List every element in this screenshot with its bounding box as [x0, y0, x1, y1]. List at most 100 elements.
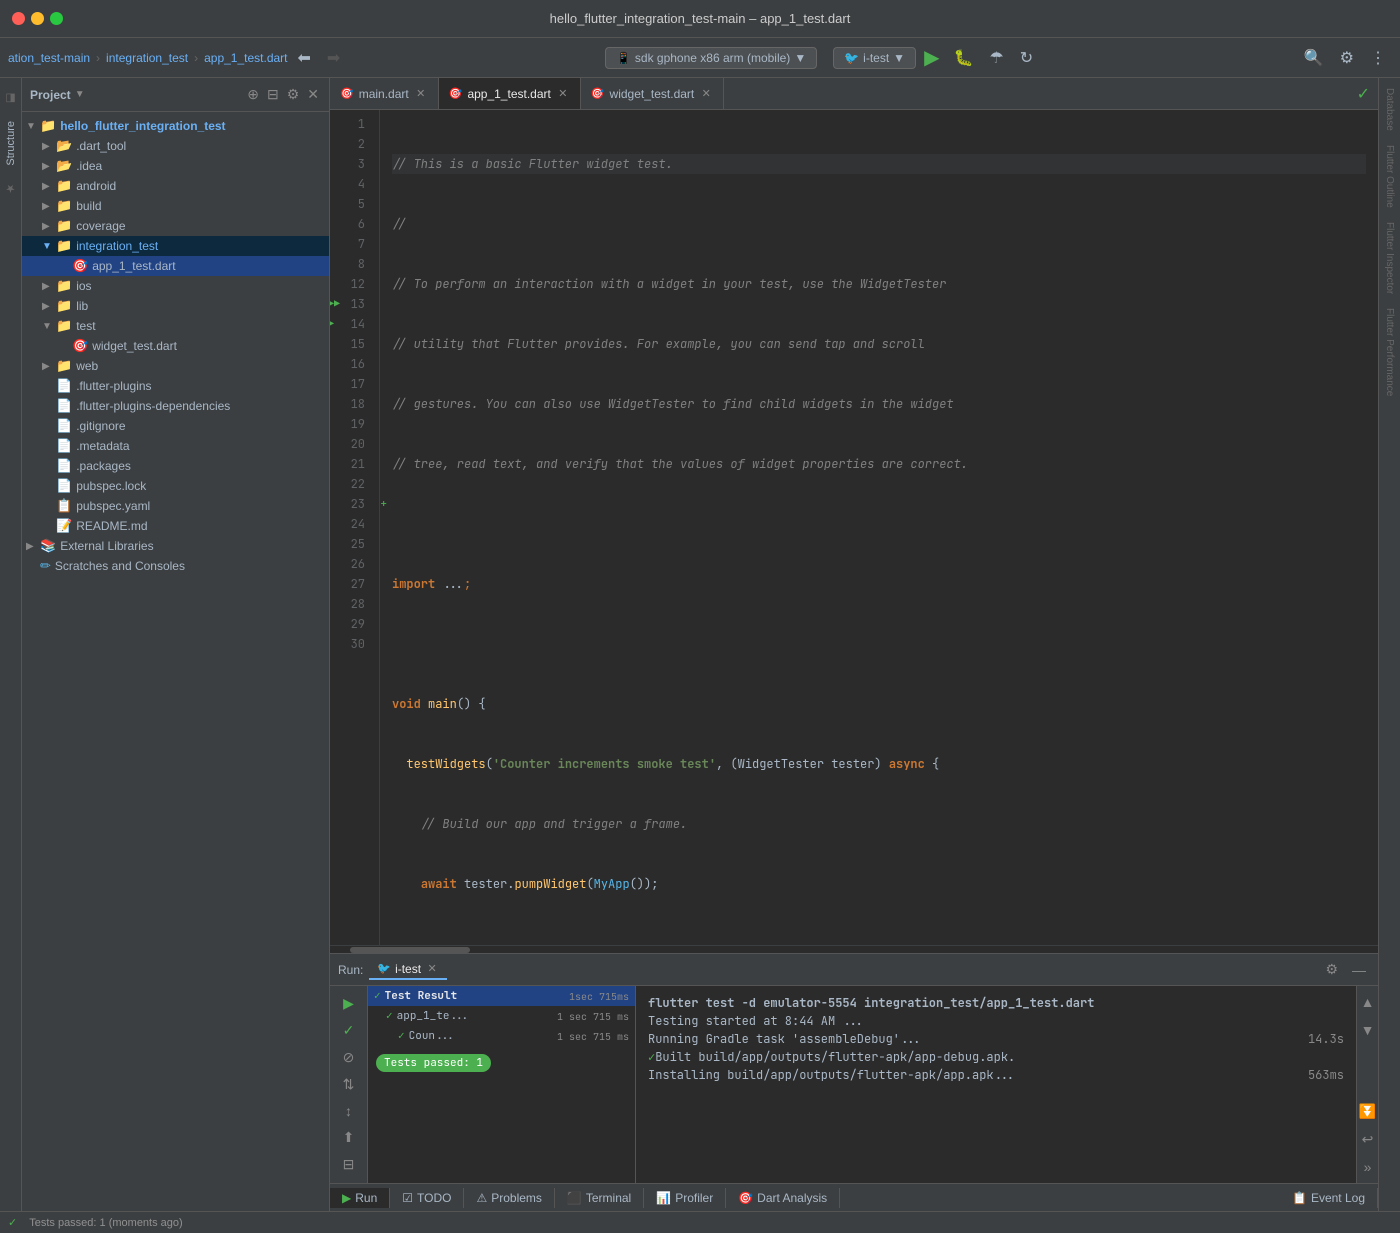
tree-item-ios[interactable]: ▶ 📁 ios [22, 276, 329, 296]
tree-item-coverage[interactable]: ▶ 📁 coverage [22, 216, 329, 236]
run-tab-itest[interactable]: 🐦 i-test ✕ [369, 960, 447, 980]
run-config-selector[interactable]: 🐦 i-test ▼ [833, 47, 916, 69]
scroll-up-button[interactable]: ▲ [1356, 990, 1379, 1014]
flutter-performance-toggle[interactable]: Flutter Performance [1382, 302, 1397, 402]
tree-item-gitignore[interactable]: 📄 .gitignore [22, 416, 329, 436]
tab-close-widget[interactable]: ✕ [699, 87, 713, 101]
debug-button[interactable]: 🐛 [947, 44, 979, 72]
code-editor[interactable]: 1 2 3 4 5 6 7 8 12 ▶▶13 ▶14 15 16 17 18 [330, 110, 1378, 945]
close-panel-button[interactable]: ✕ [305, 84, 321, 105]
bottom-tab-dart-analysis[interactable]: 🎯 Dart Analysis [726, 1188, 840, 1208]
tree-item-flutter-plugins-dep[interactable]: 📄 .flutter-plugins-dependencies [22, 396, 329, 416]
code-content[interactable]: // This is a basic Flutter widget test. … [380, 110, 1378, 945]
tree-item-pubspec-lock[interactable]: 📄 pubspec.lock [22, 476, 329, 496]
tree-item-build[interactable]: ▶ 📁 build [22, 196, 329, 216]
tree-item-readme[interactable]: 📝 README.md [22, 516, 329, 536]
test-pass-btn[interactable]: ✓ [337, 1019, 361, 1042]
maximize-button[interactable] [50, 12, 63, 25]
collapse-all-run-button[interactable]: ⊟ [337, 1153, 361, 1176]
tab-close-main[interactable]: ✕ [414, 87, 428, 101]
dart-icon-app1: 🎯 [449, 87, 463, 100]
breadcrumb-item-3[interactable]: app_1_test.dart [204, 51, 287, 65]
breadcrumb-item-1[interactable]: ation_test-main [8, 51, 90, 65]
tab-app-1-test[interactable]: 🎯 app_1_test.dart ✕ [439, 78, 581, 109]
project-panel-toggle[interactable]: ◧ [2, 86, 19, 111]
tree-item-integration-test[interactable]: ▼ 📁 integration_test [22, 236, 329, 256]
run-again-button[interactable]: ▶ [337, 992, 361, 1015]
tree-item-app-1-test[interactable]: 🎯 app_1_test.dart [22, 256, 329, 276]
tree-item-dart-tool[interactable]: ▶ 📂 .dart_tool [22, 136, 329, 156]
tree-root[interactable]: ▼ 📁 hello_flutter_integration_test [22, 116, 329, 136]
test-root-item[interactable]: ✓ Test Result 1sec 715ms [368, 986, 635, 1006]
line-num-28: 28 [330, 594, 371, 614]
tree-label-test: test [76, 319, 95, 333]
coverage-button[interactable]: ☂ [983, 44, 1009, 72]
test-app-item[interactable]: ✓ app_1_te... 1 sec 715 ms [368, 1006, 635, 1026]
close-button[interactable] [12, 12, 25, 25]
tree-item-web[interactable]: ▶ 📁 web [22, 356, 329, 376]
search-button[interactable]: 🔍 [1298, 44, 1330, 72]
reload-button[interactable]: ↻ [1014, 44, 1039, 72]
tree-item-external-libs[interactable]: ▶ 📚 External Libraries [22, 536, 329, 556]
code-line-3: // To perform an interaction with a widg… [392, 274, 1366, 294]
navigate-forward-button[interactable]: ➡ [321, 44, 346, 72]
collapse-all-button[interactable]: ⊟ [265, 84, 281, 105]
title-bar: hello_flutter_integration_test-main – ap… [0, 0, 1400, 38]
tree-item-test[interactable]: ▼ 📁 test [22, 316, 329, 336]
tree-label-pubspec-lock: pubspec.lock [76, 479, 146, 493]
device-selector[interactable]: 📱 sdk gphone x86 arm (mobile) ▼ [605, 47, 817, 69]
export-button[interactable]: ⬆ [337, 1126, 361, 1149]
tree-item-idea[interactable]: ▶ 📂 .idea [22, 156, 329, 176]
editor-scrollbar[interactable] [330, 945, 1378, 953]
tab-widget-test[interactable]: 🎯 widget_test.dart ✕ [581, 78, 724, 109]
tree-item-metadata[interactable]: 📄 .metadata [22, 436, 329, 456]
run-button[interactable]: ▶ [920, 43, 943, 72]
rerun-button[interactable]: ⇅ [337, 1073, 361, 1096]
tab-main-dart[interactable]: 🎯 main.dart ✕ [330, 78, 439, 109]
more-button[interactable]: ⋮ [1364, 44, 1392, 72]
flutter-outline-toggle[interactable]: Flutter Outline [1382, 139, 1397, 214]
tree-item-lib[interactable]: ▶ 📁 lib [22, 296, 329, 316]
stop-button[interactable]: ⊘ [337, 1046, 361, 1069]
run-output[interactable]: flutter test -d emulator-5554 integratio… [636, 986, 1356, 1183]
breadcrumb-item-2[interactable]: integration_test [106, 51, 188, 65]
run-panel-minimize-button[interactable]: — [1348, 960, 1370, 980]
scroll-down-button[interactable]: ▼ [1356, 1018, 1379, 1042]
locate-file-button[interactable]: ⊕ [245, 84, 261, 105]
flutter-inspector-toggle[interactable]: Flutter Inspector [1382, 216, 1397, 300]
tree-item-android[interactable]: ▶ 📁 android [22, 176, 329, 196]
dart-icon-app-test: 🎯 [72, 258, 88, 274]
tree-item-widget-test[interactable]: 🎯 widget_test.dart [22, 336, 329, 356]
favorites-panel-toggle[interactable]: ★ [2, 176, 19, 201]
tree-label-metadata: .metadata [76, 439, 129, 453]
bottom-tab-profiler[interactable]: 📊 Profiler [644, 1188, 726, 1208]
more-output-button[interactable]: » [1356, 1155, 1379, 1179]
line-num-17: 17 [330, 374, 371, 394]
bottom-tab-run[interactable]: ▶ Run [330, 1188, 390, 1208]
run-tab-close[interactable]: ✕ [425, 962, 439, 976]
navigate-back-button[interactable]: ⬅ [292, 44, 317, 72]
bottom-tab-event-log[interactable]: 📋 Event Log [1280, 1188, 1378, 1208]
test-counter-item[interactable]: ✓ Coun... 1 sec 715 ms [368, 1026, 635, 1046]
tree-item-scratches[interactable]: ✏ Scratches and Consoles [22, 556, 329, 576]
structure-panel-toggle[interactable]: Structure [3, 115, 19, 172]
bottom-tab-terminal[interactable]: ⬛ Terminal [555, 1188, 644, 1208]
project-title: Project [30, 88, 71, 102]
bottom-tab-todo[interactable]: ☑ TODO [390, 1188, 464, 1208]
soft-wrap-button[interactable]: ↩ [1356, 1127, 1379, 1151]
window-controls[interactable] [12, 12, 63, 25]
tab-close-app1[interactable]: ✕ [556, 87, 570, 101]
scroll-bottom-button[interactable]: ⏬ [1356, 1099, 1379, 1123]
minimize-button[interactable] [31, 12, 44, 25]
tree-item-flutter-plugins[interactable]: 📄 .flutter-plugins [22, 376, 329, 396]
sort-button[interactable]: ↕ [337, 1100, 361, 1122]
install-time: 563ms [1308, 1066, 1344, 1084]
project-panel: Project ▼ ⊕ ⊟ ⚙ ✕ ▼ 📁 hello_flutter_inte… [22, 78, 330, 1211]
settings-button[interactable]: ⚙ [1334, 44, 1360, 72]
tree-item-packages[interactable]: 📄 .packages [22, 456, 329, 476]
tree-item-pubspec-yaml[interactable]: 📋 pubspec.yaml [22, 496, 329, 516]
panel-settings-button[interactable]: ⚙ [285, 84, 302, 105]
database-panel-toggle[interactable]: Database [1382, 82, 1397, 137]
bottom-tab-problems[interactable]: ⚠ Problems [464, 1188, 554, 1208]
run-panel-settings-button[interactable]: ⚙ [1321, 959, 1342, 980]
